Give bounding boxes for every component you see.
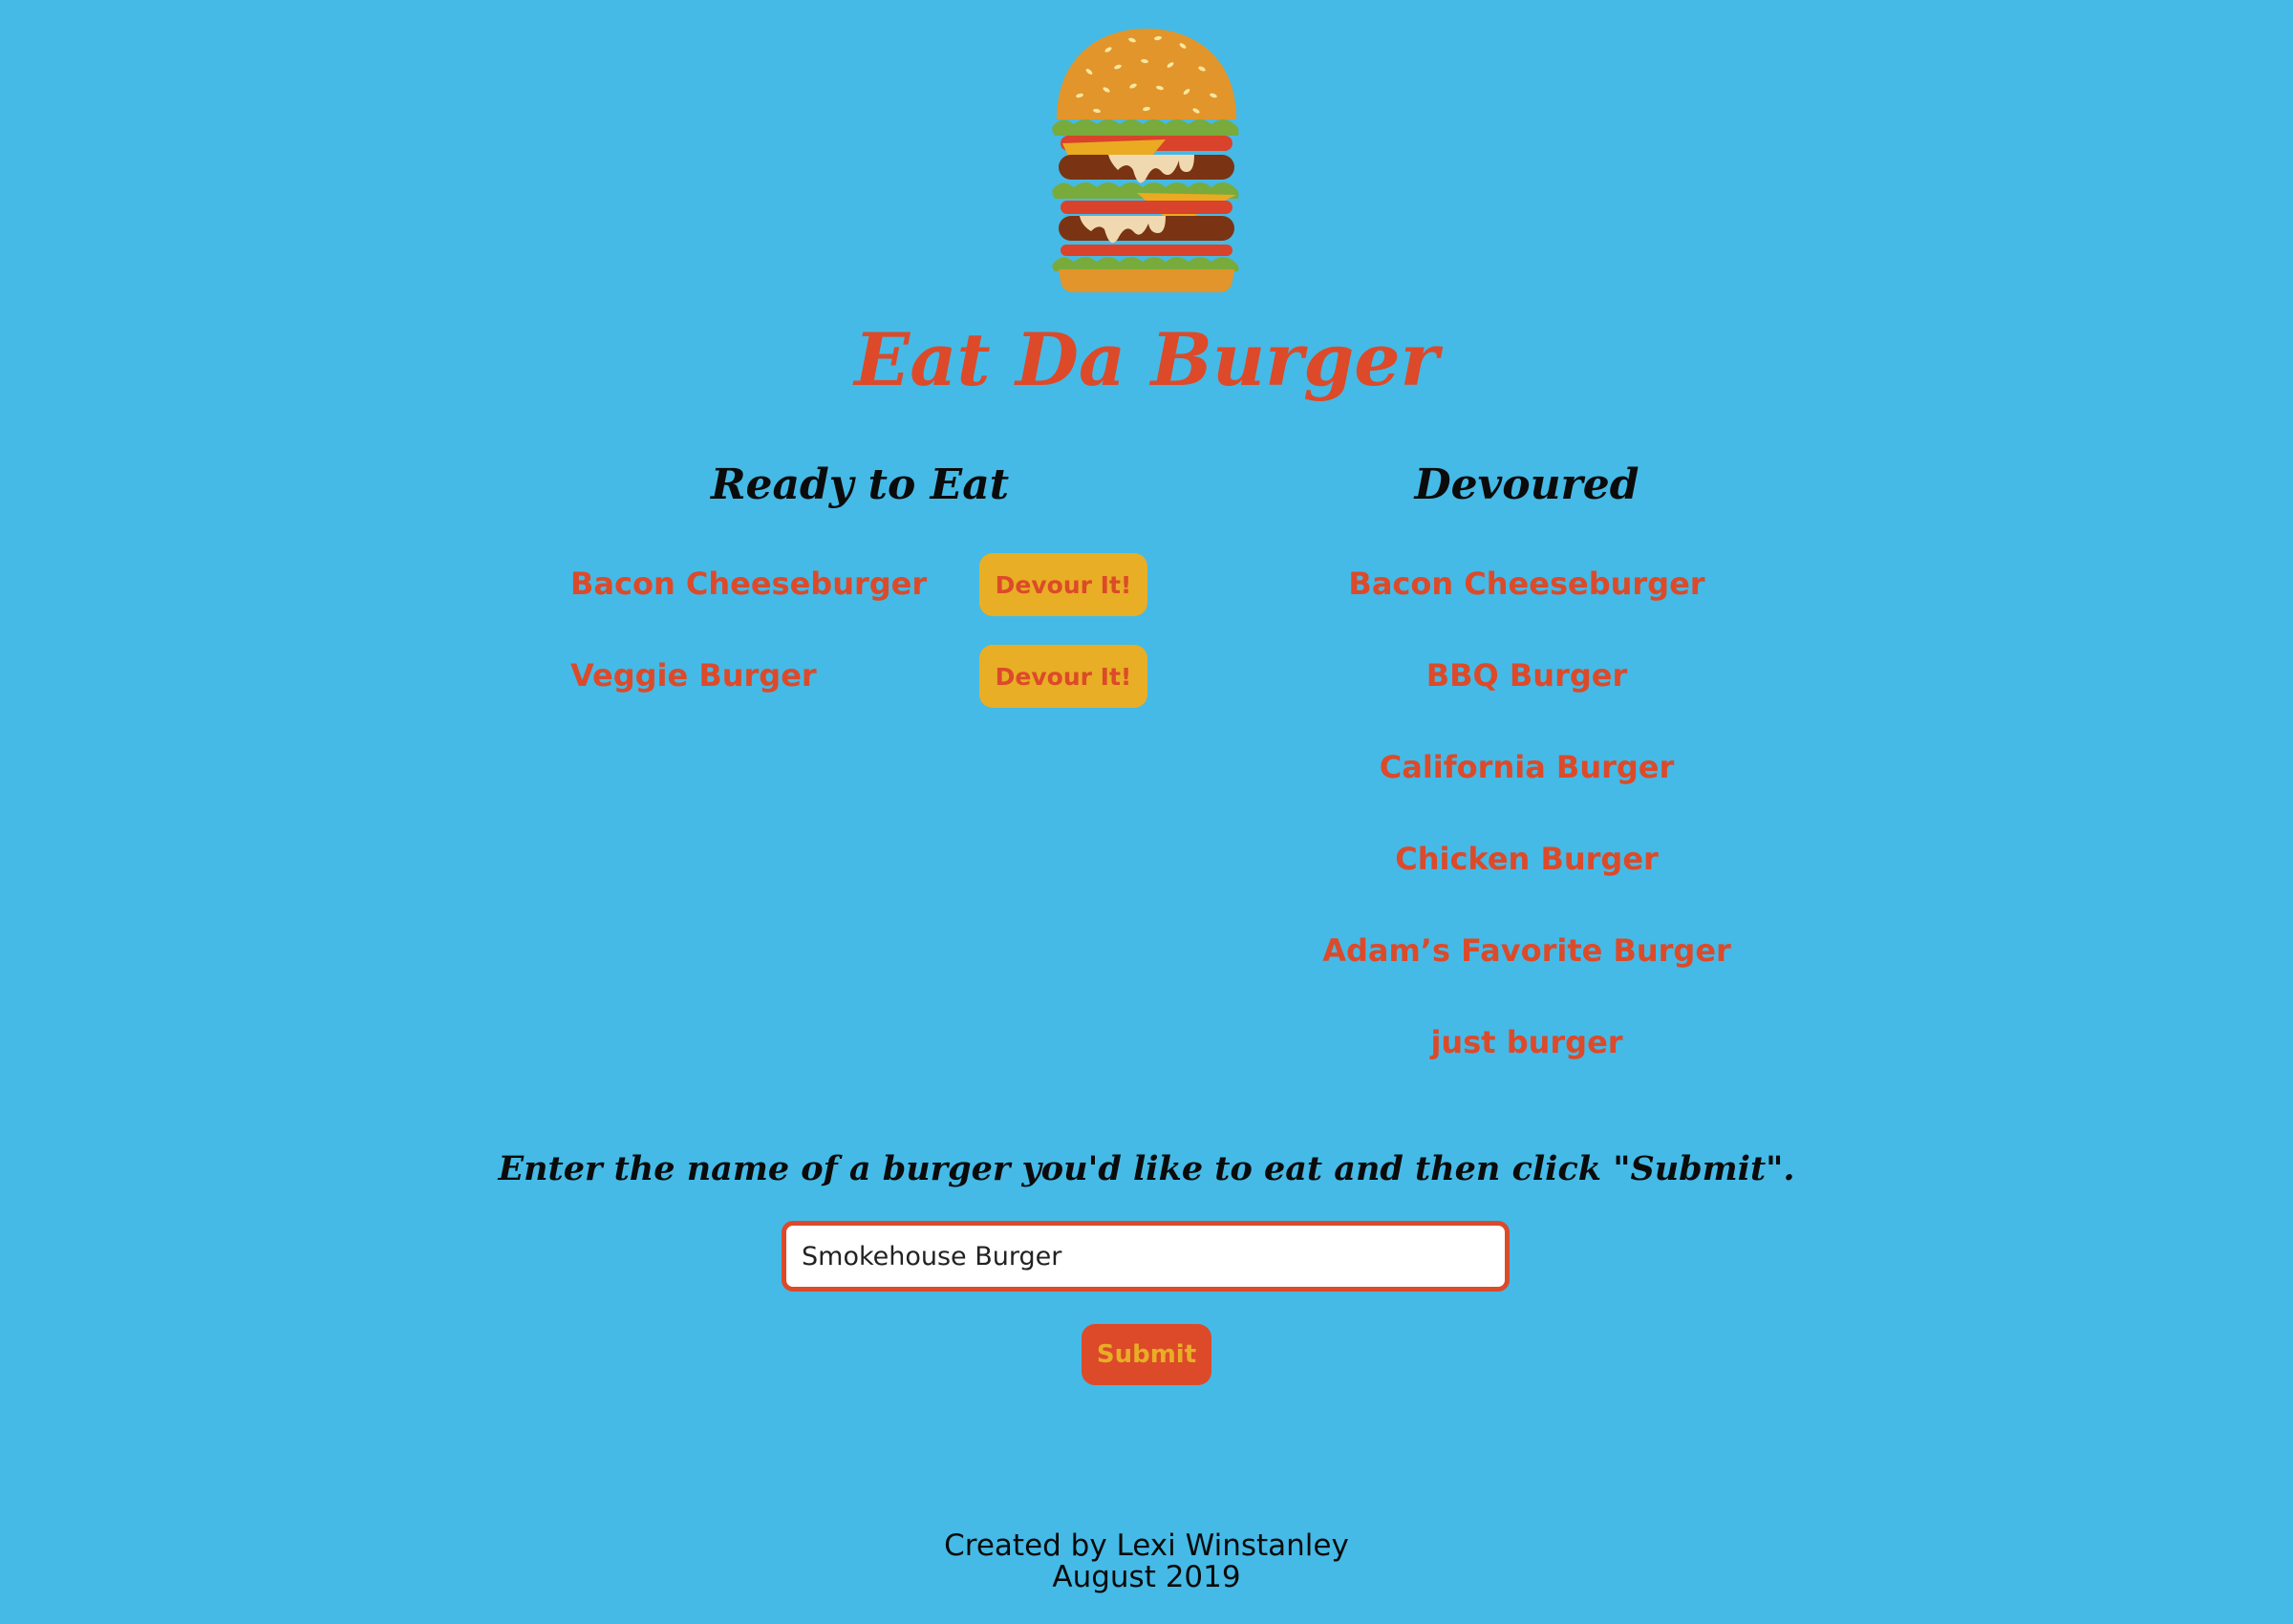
devour-button[interactable]: Devour It! [979,645,1147,708]
footer: Created by Lexi Winstanley August 2019 [0,1530,2293,1593]
devour-button[interactable]: Devour It! [979,553,1147,616]
footer-date: August 2019 [1052,1560,1241,1594]
ready-to-eat-heading: Ready to Eat [710,460,1010,509]
form-instructions: Enter the name of a burger you'd like to… [498,1149,1795,1188]
devoured-item: California Burger [1379,749,1675,785]
devoured-list: Bacon Cheeseburger BBQ Burger California… [1240,561,1813,1111]
devoured-item: Chicken Burger [1395,841,1659,877]
submit-button[interactable]: Submit [1082,1324,1211,1385]
burger-icon [1052,29,1239,292]
ready-to-eat-list: Bacon Cheeseburger Devour It! Veggie Bur… [570,551,1163,735]
footer-credit: Created by Lexi Winstanley [944,1528,1349,1563]
burger-name: Veggie Burger [570,657,817,694]
devoured-item: just burger [1430,1024,1623,1060]
devoured-item: BBQ Burger [1425,657,1628,694]
devoured-item: Bacon Cheeseburger [1348,566,1705,602]
list-item: Veggie Burger Devour It! [570,643,1163,735]
burger-name-input[interactable] [782,1221,1510,1292]
burger-name: Bacon Cheeseburger [570,566,928,602]
list-item: Bacon Cheeseburger Devour It! [570,551,1163,643]
devoured-heading: Devoured [1414,460,1639,509]
page-title: Eat Da Burger [854,317,1439,402]
devoured-item: Adam’s Favorite Burger [1322,932,1731,969]
